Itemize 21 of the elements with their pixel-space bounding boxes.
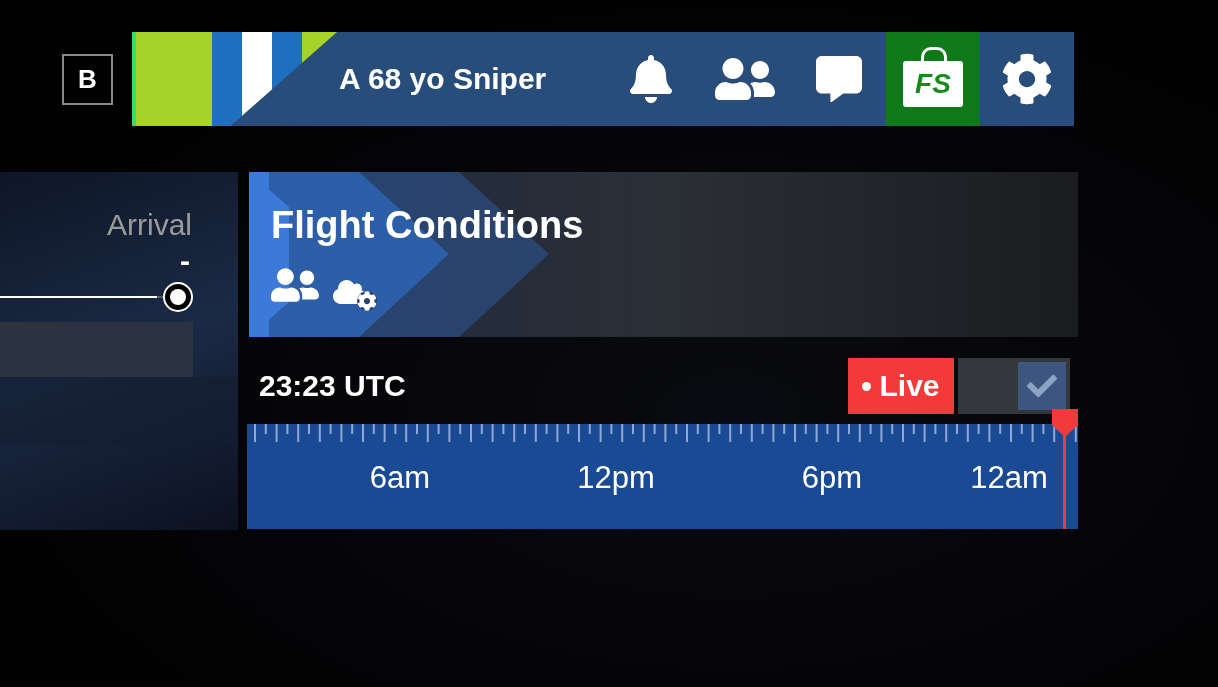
- timeline-label: 6pm: [800, 460, 864, 496]
- timeline-track[interactable]: 6am 12pm 6pm 12am: [247, 424, 1078, 529]
- timeline-label: 12am: [969, 460, 1049, 496]
- profile-badge[interactable]: B: [62, 53, 113, 105]
- avatar-picture[interactable]: [132, 32, 337, 126]
- settings-icon: [1001, 53, 1053, 105]
- bell-icon: [627, 55, 675, 103]
- username: A 68 yo Sniper: [339, 62, 548, 96]
- chat-bubble-icon: [816, 56, 862, 102]
- slider-thumb[interactable]: [163, 282, 193, 312]
- utc-time: 23:23 UTC: [259, 369, 407, 403]
- live-tag: Live: [848, 358, 954, 414]
- time-marker[interactable]: [1050, 407, 1080, 529]
- timeline-label: 6am: [368, 460, 432, 496]
- live-toggle[interactable]: [958, 358, 1070, 414]
- timeline-label: 12pm: [576, 460, 656, 496]
- arrival-label: Arrival: [107, 208, 192, 242]
- route-slider[interactable]: [0, 282, 193, 312]
- flight-conditions-title: Flight Conditions: [271, 204, 585, 247]
- arrival-value: -: [180, 246, 190, 276]
- store-button[interactable]: FS: [886, 32, 980, 126]
